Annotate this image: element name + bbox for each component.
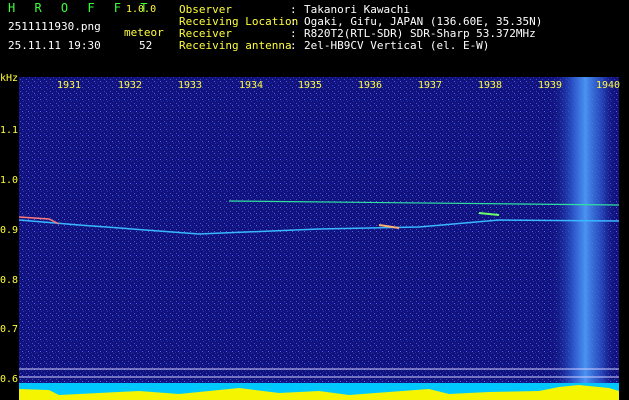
header-panel: H R O F F T 1.0.0 2511111930.png 25.11.1… — [0, 0, 629, 70]
right-gutter — [619, 70, 629, 400]
antenna-value: 2el-HB9CV Vertical (el. E-W) — [304, 39, 490, 52]
x-tick-label: 1938 — [478, 80, 503, 91]
x-tick-label: 1936 — [358, 80, 383, 91]
filename-label: 2511111930.png — [8, 20, 101, 33]
x-tick-label: 1933 — [178, 80, 203, 91]
x-tick-label: 1934 — [239, 80, 264, 91]
x-tick-label: 1937 — [418, 80, 443, 91]
y-axis: kHz 1.1 1.0 0.9 0.8 0.7 0.6 — [0, 70, 19, 400]
signal-level-baseline — [19, 383, 619, 400]
x-tick-label: 1940 — [596, 80, 621, 91]
x-tick-label: 1932 — [118, 80, 143, 91]
y-axis-unit: kHz — [0, 73, 19, 84]
signal-level-fill — [19, 385, 619, 400]
y-tick-label: 0.7 — [0, 324, 19, 335]
x-tick-label: 1931 — [57, 80, 82, 91]
datetime-label: 25.11.11 19:30 — [8, 39, 101, 52]
spectrogram-area — [19, 77, 619, 385]
y-tick-label: 0.9 — [0, 225, 19, 236]
meteor-count: 52 — [139, 39, 153, 52]
noise-background — [19, 77, 619, 385]
meteor-label: meteor — [124, 26, 164, 39]
antenna-label: Receiving antenna — [179, 39, 292, 52]
y-tick-label: 0.8 — [0, 275, 19, 286]
spectrogram-svg — [19, 77, 619, 385]
y-tick-label: 0.6 — [0, 374, 19, 385]
x-tick-label: 1935 — [298, 80, 323, 91]
y-tick-label: 1.0 — [0, 175, 19, 186]
app-version: 1.0.0 — [126, 4, 157, 15]
y-tick-label: 1.1 — [0, 125, 19, 136]
signal-level-svg — [19, 385, 619, 400]
noise-burst-band — [549, 77, 615, 385]
x-tick-label: 1939 — [538, 80, 563, 91]
antenna-colon: : — [290, 39, 297, 52]
